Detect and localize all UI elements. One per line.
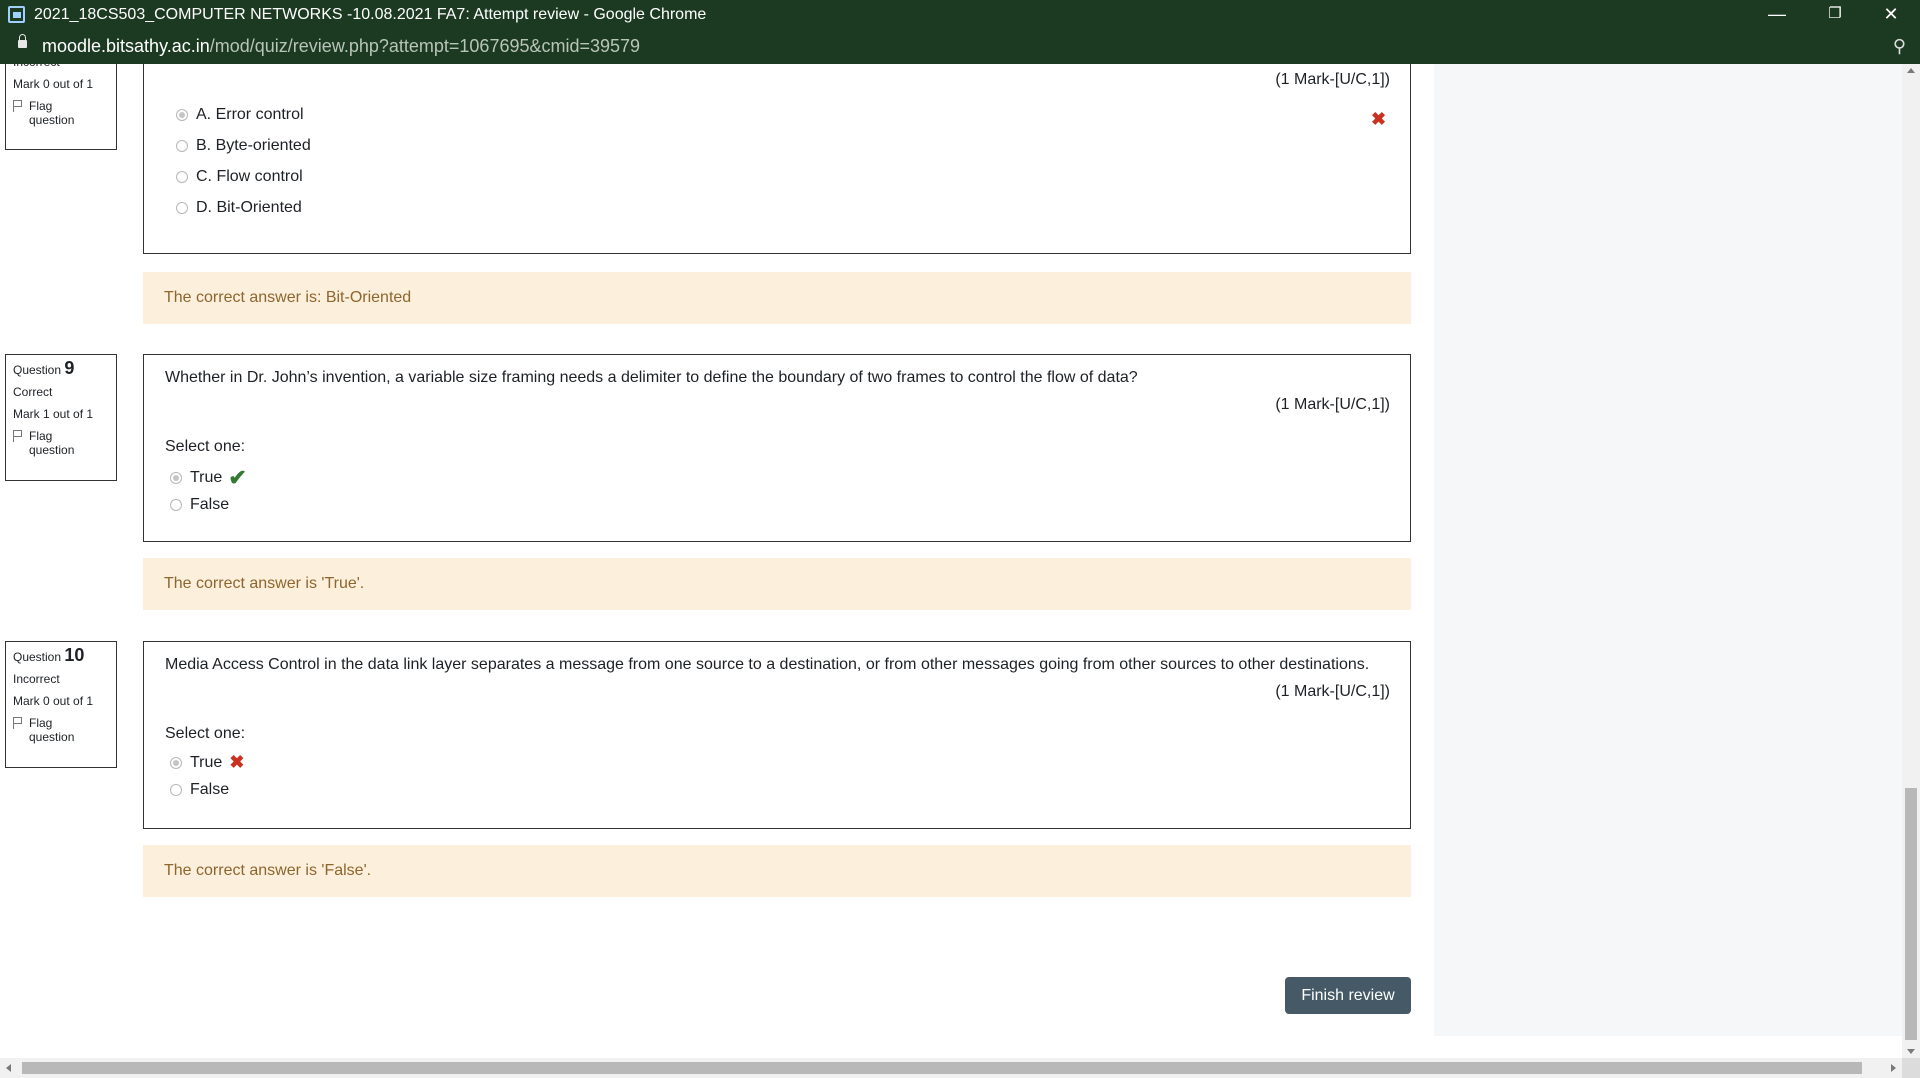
- question-mark-label: (1 Mark-[U/C,1]): [1275, 683, 1390, 700]
- flag-label: Flag question: [29, 429, 75, 457]
- radio-button[interactable]: [176, 109, 188, 121]
- option-label: C. Flow control: [196, 168, 303, 185]
- incorrect-icon: ✖: [229, 752, 245, 772]
- zoom-icon[interactable]: ⚲: [1893, 36, 1906, 57]
- window-titlebar: 2021_18CS503_COMPUTER NETWORKS -10.08.20…: [0, 0, 1920, 30]
- address-bar[interactable]: moodle.bitsathy.ac.in/mod/quiz/review.ph…: [0, 30, 1920, 64]
- horizontal-scrollbar[interactable]: [0, 1058, 1902, 1078]
- flag-icon: [13, 717, 24, 729]
- close-window-button[interactable]: ✕: [1862, 0, 1920, 30]
- question-8-content: (1 Mark-[U/C,1]) A. Error control B. Byt…: [143, 64, 1411, 254]
- question-10-feedback: The correct answer is 'False'.: [143, 845, 1411, 897]
- option-label: False: [190, 496, 230, 513]
- flag-question-link[interactable]: Flag question: [13, 716, 109, 744]
- scroll-left-arrow-icon[interactable]: [6, 1064, 11, 1072]
- option-true[interactable]: True ✖: [170, 752, 244, 773]
- select-one-label: Select one:: [165, 725, 246, 742]
- scrollbar-corner: [1902, 1058, 1920, 1078]
- radio-button[interactable]: [176, 202, 188, 214]
- question-prefix: Question: [13, 363, 62, 377]
- question-number: Question 10: [13, 645, 109, 665]
- scroll-right-arrow-icon[interactable]: [1891, 1064, 1896, 1072]
- question-9-content: Whether in Dr. John’s invention, a varia…: [143, 354, 1411, 542]
- option-b[interactable]: B. Byte-oriented: [176, 137, 311, 155]
- question-8-feedback: The correct answer is: Bit-Oriented: [143, 272, 1411, 324]
- flag-icon: [13, 100, 24, 112]
- question-state: Incorrect: [13, 672, 60, 686]
- question-mark-label: (1 Mark-[U/C,1]): [1275, 396, 1390, 413]
- flag-icon: [13, 430, 24, 442]
- flag-label: Flag question: [29, 99, 75, 127]
- select-one-label: Select one:: [165, 438, 246, 455]
- incorrect-icon: ✖: [1371, 109, 1387, 129]
- question-grade: Mark 1 out of 1: [13, 407, 94, 421]
- question-number: Question 9: [13, 358, 109, 378]
- question-prefix: Question: [13, 650, 62, 664]
- minimize-button[interactable]: —: [1748, 0, 1806, 30]
- question-mark-label: (1 Mark-[U/C,1]): [1275, 71, 1390, 88]
- url-field[interactable]: moodle.bitsathy.ac.in/mod/quiz/review.ph…: [42, 36, 640, 57]
- radio-button[interactable]: [176, 171, 188, 183]
- scroll-up-arrow-icon[interactable]: [1907, 68, 1915, 73]
- question-grade: Mark 0 out of 1: [13, 77, 94, 91]
- question-state: Incorrect: [13, 64, 109, 69]
- url-path: /mod/quiz/review.php?attempt=1067695&cmi…: [209, 36, 641, 56]
- option-label: D. Bit-Oriented: [196, 199, 302, 216]
- option-label: True: [190, 469, 223, 486]
- option-a[interactable]: A. Error control: [176, 106, 304, 124]
- lock-icon[interactable]: [18, 34, 27, 48]
- option-false[interactable]: False: [170, 781, 229, 799]
- option-c[interactable]: C. Flow control: [176, 168, 303, 186]
- option-label: B. Byte-oriented: [196, 137, 311, 154]
- vertical-scroll-thumb[interactable]: [1905, 788, 1917, 1040]
- question-9-feedback: The correct answer is 'True'.: [143, 558, 1411, 610]
- option-true[interactable]: True ✔: [170, 465, 247, 491]
- chrome-app-icon: [8, 6, 25, 23]
- radio-button[interactable]: [170, 499, 182, 511]
- question-9-info: Question 9 Correct Mark 1 out of 1 Flag …: [5, 354, 117, 481]
- scroll-down-arrow-icon[interactable]: [1907, 1049, 1915, 1054]
- horizontal-scroll-thumb[interactable]: [22, 1062, 1862, 1074]
- radio-button[interactable]: [170, 756, 182, 769]
- window-title: 2021_18CS503_COMPUTER NETWORKS -10.08.20…: [34, 6, 707, 23]
- option-false[interactable]: False: [170, 496, 229, 514]
- question-number-value: 9: [64, 358, 75, 378]
- flag-question-link[interactable]: Flag question: [13, 429, 109, 457]
- question-8-info: Incorrect Mark 0 out of 1 Flag question: [5, 64, 117, 150]
- question-grade: Mark 0 out of 1: [13, 694, 94, 708]
- url-domain: moodle.bitsathy.ac.in: [42, 36, 210, 56]
- restore-button[interactable]: ❐: [1806, 0, 1864, 30]
- finish-review-button[interactable]: Finish review: [1285, 977, 1411, 1014]
- option-label: True: [190, 753, 223, 771]
- option-d[interactable]: D. Bit-Oriented: [176, 199, 302, 217]
- correct-check-icon: ✔: [228, 465, 247, 490]
- option-label: A. Error control: [196, 106, 304, 123]
- radio-button[interactable]: [170, 784, 182, 796]
- flag-question-link[interactable]: Flag question: [13, 99, 109, 127]
- question-10-content: Media Access Control in the data link la…: [143, 641, 1411, 829]
- radio-button[interactable]: [170, 472, 182, 484]
- page-viewport: Incorrect Mark 0 out of 1 Flag question …: [0, 64, 1902, 1058]
- radio-button[interactable]: [176, 140, 188, 152]
- question-text: Whether in Dr. John’s invention, a varia…: [165, 369, 1138, 386]
- flag-label: Flag question: [29, 716, 75, 744]
- question-number-value: 10: [64, 645, 85, 665]
- right-side-panel: [1434, 64, 1902, 1036]
- vertical-scrollbar[interactable]: [1902, 64, 1920, 1058]
- option-label: False: [190, 781, 230, 798]
- question-state: Correct: [13, 385, 53, 399]
- question-text: Media Access Control in the data link la…: [165, 656, 1370, 673]
- question-10-info: Question 10 Incorrect Mark 0 out of 1 Fl…: [5, 641, 117, 768]
